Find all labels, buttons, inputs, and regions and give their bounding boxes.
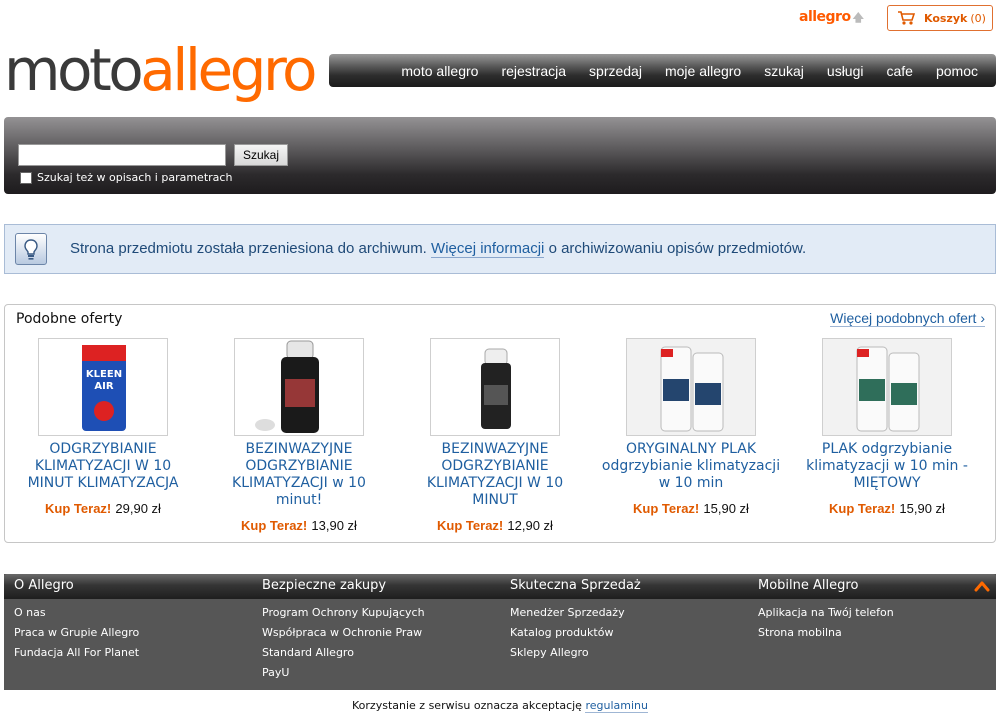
footer-heading: Bezpieczne zakupy <box>262 578 387 593</box>
cart-button[interactable]: Koszyk (0) <box>887 5 993 31</box>
offer-image[interactable]: KLEEN AIR <box>38 338 168 436</box>
search-button[interactable]: Szukaj <box>234 144 288 166</box>
offer-image[interactable] <box>430 338 560 436</box>
offer-card: ORYGINALNY PLAK odgrzybianie klimatyzacj… <box>593 338 789 517</box>
more-info-link[interactable]: Więcej informacji <box>431 240 545 258</box>
offer-price-row: Kup Teraz! 29,90 zł <box>5 501 201 517</box>
footer-column-o-allegro: O Allegro O nas Praca w Grupie Allegro F… <box>14 574 254 666</box>
footer-link[interactable]: Fundacja All For Planet <box>14 646 254 666</box>
nav-moje-allegro[interactable]: moje allegro <box>665 63 741 79</box>
spray-can-black-image <box>255 340 319 433</box>
buy-now-label: Kup Teraz! <box>437 518 504 533</box>
offer-price: 12,90 zł <box>507 518 553 533</box>
nav-szukaj[interactable]: szukaj <box>764 63 804 79</box>
offer-card: BEZINWAZYJNE ODGRZYBIANIE KLIMATYZACJI W… <box>397 338 593 534</box>
footer-link[interactable]: Sklepy Allegro <box>510 646 750 666</box>
offer-card: PLAK odgrzybianie klimatyzacji w 10 min … <box>789 338 985 517</box>
offer-title[interactable]: BEZINWAZYJNE ODGRZYBIANIE KLIMATYZACJI W… <box>397 441 593 509</box>
footer-link[interactable]: Standard Allegro <box>262 646 502 666</box>
nav-cafe[interactable]: cafe <box>887 63 913 79</box>
footer-link[interactable]: PayU <box>262 666 502 686</box>
lightbulb-icon <box>15 233 47 265</box>
back-to-top-icon[interactable] <box>974 579 990 595</box>
archive-notice-text: Strona przedmiotu została przeniesiona d… <box>70 240 807 258</box>
offer-title[interactable]: ODGRZYBIANIE KLIMATYZACJI W 10 MINUT KLI… <box>5 441 201 492</box>
offer-price: 15,90 zł <box>899 501 945 516</box>
terms-text: Korzystanie z serwisu oznacza akceptację <box>352 699 582 712</box>
nav-moto-allegro[interactable]: moto allegro <box>401 63 478 79</box>
kleen-air-can-image: KLEEN AIR <box>82 345 126 431</box>
main-nav: moto allegro rejestracja sprzedaj moje a… <box>329 54 996 87</box>
buy-now-label: Kup Teraz! <box>45 501 112 516</box>
offer-image[interactable] <box>822 338 952 436</box>
buy-now-label: Kup Teraz! <box>633 501 700 516</box>
footer-column-bezpieczne-zakupy: Bezpieczne zakupy Program Ochrony Kupują… <box>262 574 502 686</box>
footer-column-mobilne-allegro: Mobilne Allegro Aplikacja na Twój telefo… <box>758 574 998 646</box>
footer-link[interactable]: Aplikacja na Twój telefon <box>758 606 998 626</box>
offer-image[interactable] <box>626 338 756 436</box>
offer-price-row: Kup Teraz! 15,90 zł <box>593 501 789 517</box>
footer-heading: Skuteczna Sprzedaż <box>510 578 641 593</box>
footer-link[interactable]: O nas <box>14 606 254 626</box>
site-footer: O Allegro O nas Praca w Grupie Allegro F… <box>4 574 996 690</box>
nav-rejestracja[interactable]: rejestracja <box>501 63 566 79</box>
more-similar-offers-link[interactable]: Więcej podobnych ofert › <box>830 310 985 327</box>
nav-uslugi[interactable]: usługi <box>827 63 864 79</box>
spray-can-small-image <box>481 348 511 429</box>
offer-title[interactable]: PLAK odgrzybianie klimatyzacji w 10 min … <box>789 441 985 492</box>
offer-price-row: Kup Teraz! 15,90 zł <box>789 501 985 517</box>
motoallegro-logo[interactable]: motoallegro <box>4 30 318 110</box>
offer-price-row: Kup Teraz! 13,90 zł <box>201 518 397 534</box>
footer-link[interactable]: Program Ochrony Kupujących <box>262 606 502 626</box>
offer-price: 29,90 zł <box>115 501 161 516</box>
footer-link[interactable]: Katalog produktów <box>510 626 750 646</box>
search-input[interactable] <box>18 144 226 166</box>
offer-title[interactable]: ORYGINALNY PLAK odgrzybianie klimatyzacj… <box>593 441 789 492</box>
nav-pomoc[interactable]: pomoc <box>936 63 978 79</box>
similar-offers-panel: Podobne oferty Więcej podobnych ofert › … <box>4 304 996 543</box>
footer-link[interactable]: Strona mobilna <box>758 626 998 646</box>
offer-image[interactable] <box>234 338 364 436</box>
terms-link[interactable]: regulaminu <box>585 699 648 713</box>
svg-text:AIR: AIR <box>94 381 113 392</box>
cart-label: Koszyk <box>924 11 968 25</box>
buy-now-label: Kup Teraz! <box>829 501 896 516</box>
offer-price-row: Kup Teraz! 12,90 zł <box>397 518 593 534</box>
archive-text-before: Strona przedmiotu została przeniesiona d… <box>70 240 427 257</box>
nav-sprzedaj[interactable]: sprzedaj <box>589 63 642 79</box>
plak-cans-image <box>823 339 951 435</box>
allegro-home-link[interactable]: allegro 🡅 <box>799 9 864 28</box>
offer-card: KLEEN AIR ODGRZYBIANIE KLIMATYZACJI W 10… <box>5 338 201 517</box>
search-panel: Szukaj Szukaj też w opisach i parametrac… <box>4 117 996 194</box>
similar-offers-title: Podobne oferty <box>16 311 123 327</box>
footer-heading: O Allegro <box>14 578 74 593</box>
offer-card: BEZINWAZYJNE ODGRZYBIANIE KLIMATYZACJI w… <box>201 338 397 534</box>
logo-allegro: allegro <box>140 36 317 104</box>
allegro-small-label: allegro <box>799 9 851 25</box>
buy-now-label: Kup Teraz! <box>241 518 308 533</box>
search-descriptions-checkbox[interactable] <box>20 172 32 184</box>
offer-title[interactable]: BEZINWAZYJNE ODGRZYBIANIE KLIMATYZACJI w… <box>201 441 397 509</box>
cart-icon <box>898 11 915 25</box>
footer-link[interactable]: Praca w Grupie Allegro <box>14 626 254 646</box>
offer-price: 15,90 zł <box>703 501 749 516</box>
svg-text:KLEEN: KLEEN <box>86 369 122 380</box>
plak-cans-image <box>627 339 755 435</box>
footer-link[interactable]: Współpraca w Ochronie Praw <box>262 626 502 646</box>
archive-text-after: o archiwizowaniu opisów przedmiotów. <box>548 240 807 257</box>
offer-price: 13,90 zł <box>311 518 357 533</box>
footer-link[interactable]: Menedżer Sprzedaży <box>510 606 750 626</box>
cart-count: (0) <box>970 11 986 25</box>
search-descriptions-label: Szukaj też w opisach i parametrach <box>37 171 233 184</box>
logo-moto: moto <box>4 36 144 104</box>
footer-column-skuteczna-sprzedaz: Skuteczna Sprzedaż Menedżer Sprzedaży Ka… <box>510 574 750 666</box>
terms-notice: Korzystanie z serwisu oznacza akceptację… <box>0 699 1000 713</box>
footer-heading: Mobilne Allegro <box>758 578 859 593</box>
archive-notice: Strona przedmiotu została przeniesiona d… <box>4 224 996 274</box>
up-arrow-icon: 🡅 <box>852 11 864 24</box>
